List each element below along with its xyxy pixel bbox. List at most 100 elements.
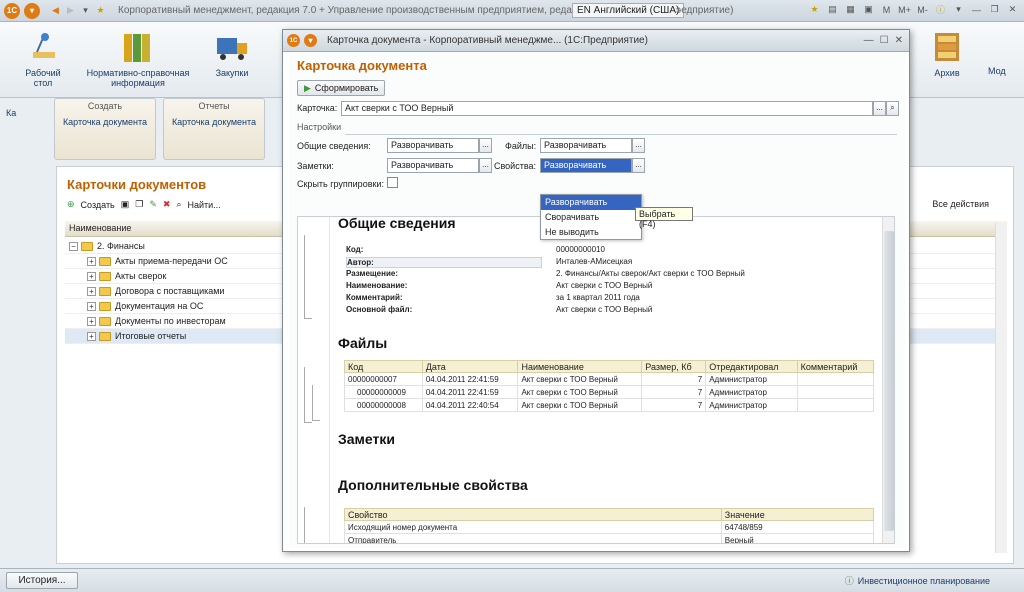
table-row[interactable]: Исходящий номер документа 64748/859 xyxy=(344,520,875,534)
props-field[interactable]: Разворачивать xyxy=(540,158,632,173)
files-cell: 7 xyxy=(641,372,707,386)
calendar-icon[interactable]: ▣ xyxy=(861,2,876,17)
close-icon[interactable]: ✕ xyxy=(1005,2,1020,17)
edit-pencil-icon[interactable]: ✎ xyxy=(149,199,157,210)
group-bracket-files-rows[interactable] xyxy=(312,385,320,421)
notes-select-button[interactable]: ... xyxy=(479,158,492,173)
form-button[interactable]: ▶ Сформировать xyxy=(297,80,385,96)
create-card-link[interactable]: Карточка документа xyxy=(55,117,155,127)
card-open-icon[interactable]: ⌕ xyxy=(886,101,899,116)
dropdown-option-expand[interactable]: Разворачивать xyxy=(541,195,641,210)
table-row[interactable]: 00000000008 04.04.2011 22:40:54 Акт сверки… xyxy=(344,398,875,412)
report-area: Общие сведения Код: 00000000010 Автор: Инта… xyxy=(297,216,895,544)
left-tab[interactable]: Ка xyxy=(6,108,16,118)
card-field[interactable]: Акт сверки с ТОО Верный xyxy=(341,101,873,116)
delete-icon[interactable]: ✖ xyxy=(163,199,171,210)
hide-groups-checkbox[interactable] xyxy=(387,177,398,188)
props-header-cell[interactable]: Значение xyxy=(720,508,875,521)
dropdown-option-hide[interactable]: Не выводить xyxy=(541,225,641,240)
files-select-button[interactable]: ... xyxy=(632,138,645,153)
history-button[interactable]: История... xyxy=(6,572,78,589)
add-group-icon[interactable]: ▣ xyxy=(121,199,130,210)
general-field[interactable]: Разворачивать xyxy=(387,138,479,153)
copy-icon[interactable]: ❐ xyxy=(135,199,143,210)
section-desktop[interactable]: Рабочий стол xyxy=(18,30,68,88)
files-field[interactable]: Разворачивать xyxy=(540,138,632,153)
find-icon: ⌕ xyxy=(176,199,182,209)
files-cell xyxy=(796,385,875,399)
app-logo-icon[interactable]: 1C xyxy=(4,2,20,19)
files-cell: 04.04.2011 22:41:59 xyxy=(421,385,519,399)
report-card-link[interactable]: Карточка документа xyxy=(164,117,264,127)
create-button[interactable]: Создать xyxy=(81,200,115,210)
group-bracket-props[interactable] xyxy=(304,507,312,543)
minimize-icon[interactable]: — xyxy=(969,2,984,17)
section-purchases[interactable]: Закупки xyxy=(206,30,258,78)
modal-titlebar: 1C ▾ Карточка документа - Корпоративный … xyxy=(283,30,909,52)
modal-minimize-icon[interactable]: — xyxy=(864,35,874,46)
files-header-cell[interactable]: Размер, Кб xyxy=(641,360,707,373)
files-header-cell[interactable]: Комментарий xyxy=(796,360,875,373)
modal-close-icon[interactable]: ✕ xyxy=(895,35,903,46)
group-bracket-general[interactable] xyxy=(304,235,312,319)
print-icon[interactable]: ▤ xyxy=(825,2,840,17)
files-cell: 00000000008 xyxy=(344,398,423,412)
files-cell: 04.04.2011 22:41:59 xyxy=(421,372,519,386)
mem-m[interactable]: M xyxy=(879,2,894,17)
table-row[interactable]: 00000000009 04.04.2011 22:41:59 Акт сверки… xyxy=(344,385,875,399)
collapse-icon[interactable]: − xyxy=(69,241,78,251)
section-nsi[interactable]: Нормативно-справочная информация xyxy=(86,30,190,88)
report-scroll-thumb[interactable] xyxy=(884,231,894,531)
props-header-cell[interactable]: Свойство xyxy=(344,508,722,521)
dropdown-icon[interactable]: ▾ xyxy=(951,2,966,17)
language-indicator[interactable]: EN Английский (США) xyxy=(572,3,685,18)
expand-icon[interactable]: + xyxy=(87,256,96,266)
back-arrow-icon[interactable]: ◀ xyxy=(48,3,63,18)
mem-plus[interactable]: M+ xyxy=(897,2,912,17)
modal-body: Карточка документа ▶ Сформировать Карточ… xyxy=(289,52,905,548)
modal-menu-icon[interactable]: ▾ xyxy=(304,34,317,47)
expand-icon[interactable]: + xyxy=(87,331,96,341)
tree-row-label: Документы по инвесторам xyxy=(115,316,226,326)
props-select-button[interactable]: ... xyxy=(632,158,645,173)
expand-icon[interactable]: + xyxy=(87,286,96,296)
star-icon[interactable]: ★ xyxy=(807,2,822,17)
info-icon[interactable]: ⓘ xyxy=(933,2,948,17)
mem-minus[interactable]: M- xyxy=(915,2,930,17)
table-row[interactable]: 00000000007 04.04.2011 22:41:59 Акт сверки… xyxy=(344,372,875,386)
left-strip: Ка xyxy=(0,98,48,568)
title-tail: эедприятие) xyxy=(676,5,734,16)
favorite-star-icon[interactable]: ★ xyxy=(93,3,108,18)
card-label: Карточка: xyxy=(297,103,338,113)
files-header-cell[interactable]: Дата xyxy=(421,360,519,373)
section-archive[interactable]: Архив xyxy=(924,30,970,78)
props-cell: Верный xyxy=(720,533,875,543)
history-dropdown-icon[interactable]: ▾ xyxy=(78,3,93,18)
status-info[interactable]: ⓘ Инвестиционное планирование xyxy=(845,574,990,587)
files-header-cell[interactable]: Отредактировал xyxy=(705,360,798,373)
forward-arrow-icon[interactable]: ▶ xyxy=(63,3,78,18)
modal-logo-icon[interactable]: 1C xyxy=(287,34,300,47)
calc-icon[interactable]: ▦ xyxy=(843,2,858,17)
grouping-gutter xyxy=(298,217,330,543)
expand-icon[interactable]: + xyxy=(87,271,96,281)
expand-icon[interactable]: + xyxy=(87,301,96,311)
list-scrollbar[interactable] xyxy=(995,223,1007,553)
find-button[interactable]: Найти... xyxy=(187,200,220,210)
notes-field[interactable]: Разворачивать xyxy=(387,158,479,173)
section-more[interactable]: Мод xyxy=(988,30,1018,76)
modal-maximize-icon[interactable]: ☐ xyxy=(880,35,889,46)
files-header-cell[interactable]: Код xyxy=(344,360,423,373)
general-select-button[interactable]: ... xyxy=(479,138,492,153)
all-actions-button[interactable]: Все действия xyxy=(932,199,989,209)
menu-circle-icon[interactable]: ▾ xyxy=(24,2,40,19)
report-scrollbar[interactable] xyxy=(882,217,894,543)
card-select-button[interactable]: ... xyxy=(873,101,886,116)
table-row[interactable]: Отправитель Верный xyxy=(344,533,875,543)
files-header-cell[interactable]: Наименование xyxy=(517,360,643,373)
expand-icon[interactable]: + xyxy=(87,316,96,326)
restore-icon[interactable]: ❐ xyxy=(987,2,1002,17)
dropdown-option-collapse[interactable]: Сворачивать xyxy=(541,210,641,225)
reports-panel-header: Отчеты xyxy=(198,101,230,111)
group-bracket-files[interactable] xyxy=(304,367,312,423)
